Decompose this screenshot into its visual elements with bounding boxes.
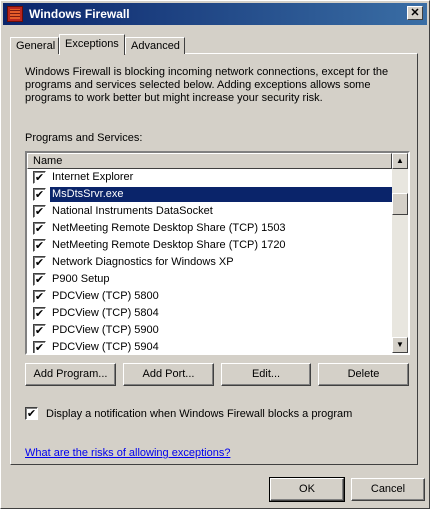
item-checkbox[interactable]: ✔: [33, 307, 46, 320]
notification-label[interactable]: Display a notification when Windows Fire…: [46, 408, 352, 420]
list-item[interactable]: ✔ PDCView (TCP) 5800: [27, 288, 392, 305]
title-bar[interactable]: Windows Firewall ✕: [3, 3, 427, 25]
item-label: Internet Explorer: [52, 171, 134, 183]
list-item[interactable]: ✔ NetMeeting Remote Desktop Share (TCP) …: [27, 220, 392, 237]
list-item[interactable]: ✔ NetMeeting Remote Desktop Share (TCP) …: [27, 237, 392, 254]
item-checkbox[interactable]: ✔: [33, 222, 46, 235]
name-column-header[interactable]: Name: [27, 153, 392, 169]
notification-option: ✔ Display a notification when Windows Fi…: [25, 407, 352, 420]
item-label: PDCView (TCP) 5800: [52, 290, 159, 302]
add-port-button[interactable]: Add Port...: [123, 363, 214, 386]
firewall-icon: [7, 6, 23, 22]
item-label: Network Diagnostics for Windows XP: [52, 256, 234, 268]
programs-services-label: Programs and Services:: [25, 132, 143, 144]
list-item[interactable]: ✔ PDCView (TCP) 5900: [27, 322, 392, 339]
window-title: Windows Firewall: [29, 7, 130, 21]
exceptions-description: Windows Firewall is blocking incoming ne…: [25, 66, 389, 104]
scroll-up-icon[interactable]: ▲: [392, 153, 408, 169]
item-checkbox[interactable]: ✔: [33, 171, 46, 184]
item-label: PDCView (TCP) 5904: [52, 341, 159, 353]
cancel-button[interactable]: Cancel: [351, 478, 425, 501]
item-label: PDCView (TCP) 5900: [52, 324, 159, 336]
notification-checkbox[interactable]: ✔: [25, 407, 38, 420]
scroll-down-icon[interactable]: ▼: [392, 337, 408, 353]
list-item[interactable]: ✔ PDCView (TCP) 5804: [27, 305, 392, 322]
list-item[interactable]: ✔ PDCView (TCP) 5904: [27, 339, 392, 353]
scroll-thumb[interactable]: [392, 193, 408, 215]
item-checkbox[interactable]: ✔: [33, 341, 46, 353]
close-icon[interactable]: ✕: [407, 6, 423, 20]
item-label: NetMeeting Remote Desktop Share (TCP) 17…: [52, 239, 286, 251]
list-scrollbar[interactable]: ▲ ▼: [392, 153, 408, 353]
risks-link[interactable]: What are the risks of allowing exception…: [25, 447, 230, 459]
delete-button[interactable]: Delete: [318, 363, 409, 386]
item-checkbox[interactable]: ✔: [33, 290, 46, 303]
item-checkbox[interactable]: ✔: [33, 239, 46, 252]
firewall-dialog: Windows Firewall ✕ General Exceptions Ad…: [0, 0, 430, 509]
item-label: NetMeeting Remote Desktop Share (TCP) 15…: [52, 222, 286, 234]
add-program-button[interactable]: Add Program...: [25, 363, 116, 386]
item-label: MsDtsSrvr.exe: [49, 186, 393, 203]
tab-general[interactable]: General: [10, 37, 59, 54]
list-item[interactable]: ✔ National Instruments DataSocket: [27, 203, 392, 220]
tab-exceptions[interactable]: Exceptions: [59, 34, 125, 55]
programs-list-rows: ✔ Internet Explorer ✔ MsDtsSrvr.exe ✔ Na…: [27, 169, 393, 353]
item-checkbox[interactable]: ✔: [33, 256, 46, 269]
tab-advanced[interactable]: Advanced: [125, 37, 185, 54]
item-checkbox[interactable]: ✔: [33, 188, 46, 201]
programs-list[interactable]: Name ✔ Internet Explorer ✔ MsDtsSrvr.exe…: [25, 151, 410, 355]
ok-button[interactable]: OK: [269, 477, 345, 502]
list-item[interactable]: ✔ Internet Explorer: [27, 169, 392, 186]
item-checkbox[interactable]: ✔: [33, 273, 46, 286]
list-item[interactable]: ✔ Network Diagnostics for Windows XP: [27, 254, 392, 271]
list-item-selected[interactable]: ✔ MsDtsSrvr.exe: [27, 186, 393, 203]
item-checkbox[interactable]: ✔: [33, 205, 46, 218]
list-item[interactable]: ✔ P900 Setup: [27, 271, 392, 288]
item-checkbox[interactable]: ✔: [33, 324, 46, 337]
edit-button[interactable]: Edit...: [221, 363, 311, 386]
item-label: National Instruments DataSocket: [52, 205, 213, 217]
item-label: PDCView (TCP) 5804: [52, 307, 159, 319]
item-label: P900 Setup: [52, 273, 110, 285]
